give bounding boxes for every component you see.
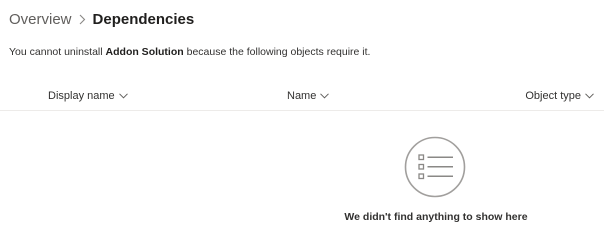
chevron-down-icon <box>118 93 128 99</box>
list-icon <box>404 136 466 198</box>
page-title: Dependencies <box>92 10 195 28</box>
column-header-label: Object type <box>525 90 581 102</box>
breadcrumb: Overview Dependencies <box>9 8 194 30</box>
column-header-display-name[interactable]: Display name <box>48 82 128 110</box>
chevron-right-icon <box>79 14 86 25</box>
column-header-label: Name <box>287 90 317 102</box>
solution-name: Addon Solution <box>105 46 184 58</box>
empty-state-message: We didn't find anything to show here <box>344 211 528 223</box>
chevron-down-icon <box>320 93 330 99</box>
breadcrumb-overview-link[interactable]: Overview <box>9 11 72 28</box>
dependency-message: You cannot uninstall Addon Solution beca… <box>9 46 370 58</box>
chevron-down-icon <box>585 93 594 99</box>
column-header-name[interactable]: Name <box>287 82 330 110</box>
column-header-label: Display name <box>48 90 115 102</box>
grid-header: Display name Name Object type <box>0 82 604 111</box>
column-header-object-type[interactable]: Object type <box>525 82 594 110</box>
message-suffix: because the following objects require it… <box>183 46 371 58</box>
message-prefix: You cannot uninstall <box>9 46 106 58</box>
